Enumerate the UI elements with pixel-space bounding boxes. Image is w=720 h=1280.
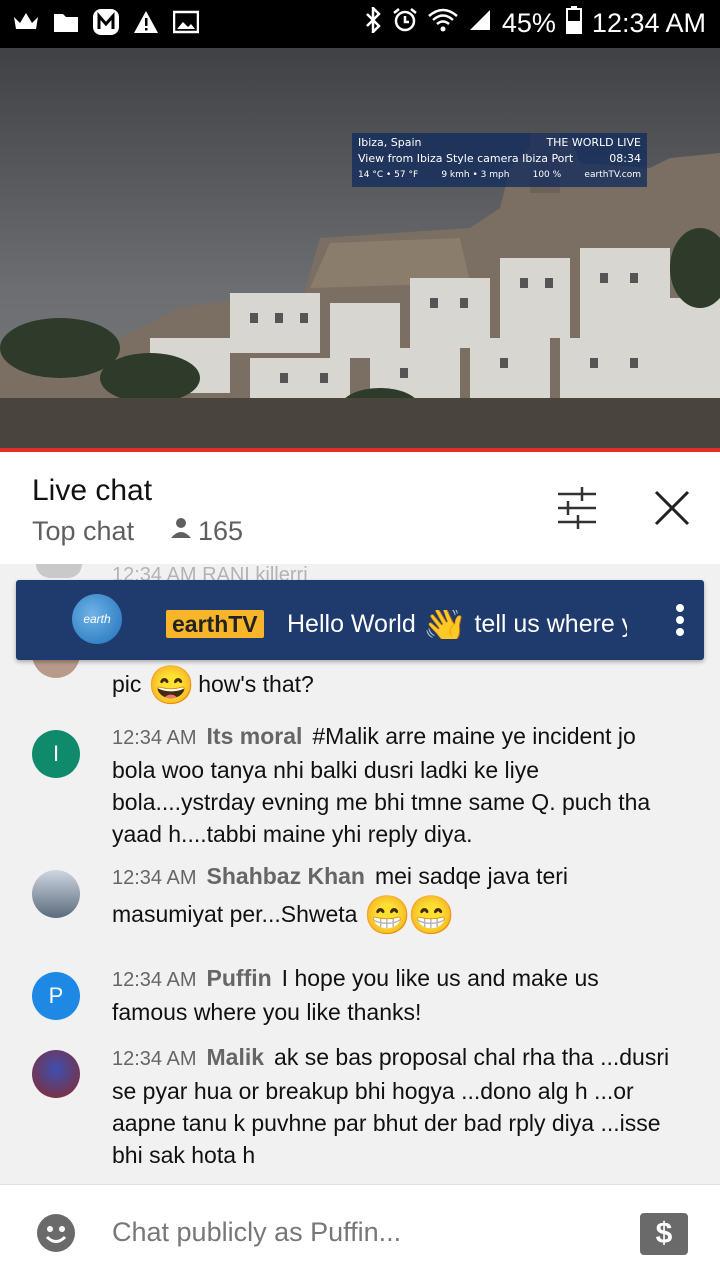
chat-message: 12:34 AM Malik ak se bas proposal chal rha… bbox=[112, 1041, 672, 1171]
more-options-icon[interactable] bbox=[668, 600, 692, 640]
emoji-picker-button[interactable] bbox=[36, 1213, 76, 1253]
message-time: 12:34 AM bbox=[112, 969, 197, 991]
chat-message: 12:34 AM Its moral #Malik arre maine ye in… bbox=[112, 720, 672, 850]
signal-icon bbox=[468, 8, 492, 39]
waving-hand-emoji-icon: 👋 bbox=[422, 610, 468, 640]
chat-input[interactable]: Chat publicly as Puffin... bbox=[112, 1217, 401, 1248]
chat-mode-selector[interactable]: Top chat bbox=[32, 516, 134, 547]
bluetooth-icon bbox=[364, 4, 382, 40]
message-author[interactable]: Puffin bbox=[207, 965, 272, 991]
message-time: 12:34 AM bbox=[112, 727, 197, 749]
message-author[interactable]: Malik bbox=[207, 1044, 265, 1070]
owner-badge[interactable]: earthTV bbox=[166, 610, 264, 638]
video-player[interactable]: Ibiza, Spain THE WORLD LIVE View from Ib… bbox=[0, 48, 720, 452]
page-title: Live chat bbox=[32, 474, 153, 507]
battery-icon bbox=[565, 6, 582, 41]
overlay-wind: 9 kmh • 3 mph bbox=[441, 170, 510, 180]
overlay-camera: View from Ibiza Style camera Ibiza Port bbox=[358, 152, 574, 165]
pinned-message-text: Hello World 👋 tell us where y bbox=[287, 610, 627, 639]
folder-icon bbox=[52, 8, 80, 36]
super-chat-button[interactable]: $ bbox=[640, 1213, 688, 1255]
pinned-message-banner[interactable]: earth earthTV Hello World 👋 tell us wher… bbox=[16, 580, 704, 660]
avatar-label: earth bbox=[83, 612, 111, 626]
filter-button[interactable] bbox=[550, 484, 604, 532]
video-frame-scene bbox=[0, 48, 720, 452]
message-text: pic bbox=[112, 671, 142, 698]
alarm-icon bbox=[392, 7, 418, 40]
message-text: tell us where y bbox=[474, 610, 627, 638]
close-icon bbox=[654, 490, 690, 526]
message-text: how's that? bbox=[198, 671, 314, 698]
message-text: Hello World bbox=[287, 610, 416, 638]
avatar: earth bbox=[72, 594, 122, 644]
notification-icons bbox=[12, 8, 200, 36]
chat-message: 12:34 AM Shahbaz Khan mei sadqe java teri … bbox=[112, 860, 672, 938]
overlay-humidity: 100 % bbox=[532, 170, 562, 180]
overlay-clock: 08:34 bbox=[609, 152, 641, 165]
battery-percent: 45% bbox=[501, 8, 556, 38]
overlay-site: earthTV.com bbox=[584, 170, 641, 180]
message-time: 12:34 AM bbox=[112, 867, 197, 889]
sliders-icon bbox=[558, 487, 596, 529]
overlay-brand: THE WORLD LIVE bbox=[546, 136, 641, 149]
m-app-icon bbox=[92, 8, 120, 36]
beaming-emoji-icon: 😁 bbox=[363, 895, 412, 937]
dollar-icon: $ bbox=[655, 1217, 673, 1250]
wifi-icon bbox=[428, 8, 458, 39]
avatar: P bbox=[32, 972, 80, 1020]
overlay-location: Ibiza, Spain bbox=[358, 136, 422, 149]
chat-composer: Chat publicly as Puffin... $ bbox=[0, 1184, 720, 1280]
avatar bbox=[32, 870, 80, 918]
smiley-icon bbox=[37, 1214, 75, 1252]
clock: 12:34 AM bbox=[591, 8, 706, 38]
person-icon bbox=[168, 516, 194, 547]
avatar: I bbox=[32, 730, 80, 778]
live-chat-header: Live chat Top chat 165 bbox=[0, 452, 720, 564]
message-author[interactable]: Shahbaz Khan bbox=[207, 863, 365, 889]
avatar-letter: I bbox=[52, 741, 60, 766]
grinning-emoji-icon: 😄 bbox=[147, 665, 196, 707]
crown-icon bbox=[12, 8, 40, 36]
image-icon bbox=[172, 8, 200, 36]
viewer-count-value: 165 bbox=[198, 516, 244, 546]
message-author[interactable]: Its moral bbox=[207, 723, 303, 749]
avatar-letter: P bbox=[48, 983, 64, 1008]
beaming-emoji-icon: 😁 bbox=[407, 895, 456, 937]
overlay-weather: 14 °C • 57 °F bbox=[358, 170, 419, 180]
system-status: 45% 12:34 AM bbox=[364, 4, 706, 41]
warning-icon bbox=[132, 8, 160, 36]
chat-message: 12:34 AM Puffin I hope you like us and mak… bbox=[112, 962, 672, 1028]
earthtv-overlay: Ibiza, Spain THE WORLD LIVE View from Ib… bbox=[352, 133, 647, 187]
close-button[interactable] bbox=[648, 484, 696, 532]
viewer-count: 165 bbox=[168, 516, 243, 547]
avatar bbox=[32, 1050, 80, 1098]
chat-message: pic 😄 how's that? bbox=[112, 664, 672, 708]
status-bar: 45% 12:34 AM bbox=[0, 0, 720, 48]
message-time: 12:34 AM bbox=[112, 1048, 197, 1070]
avatar bbox=[36, 564, 82, 578]
